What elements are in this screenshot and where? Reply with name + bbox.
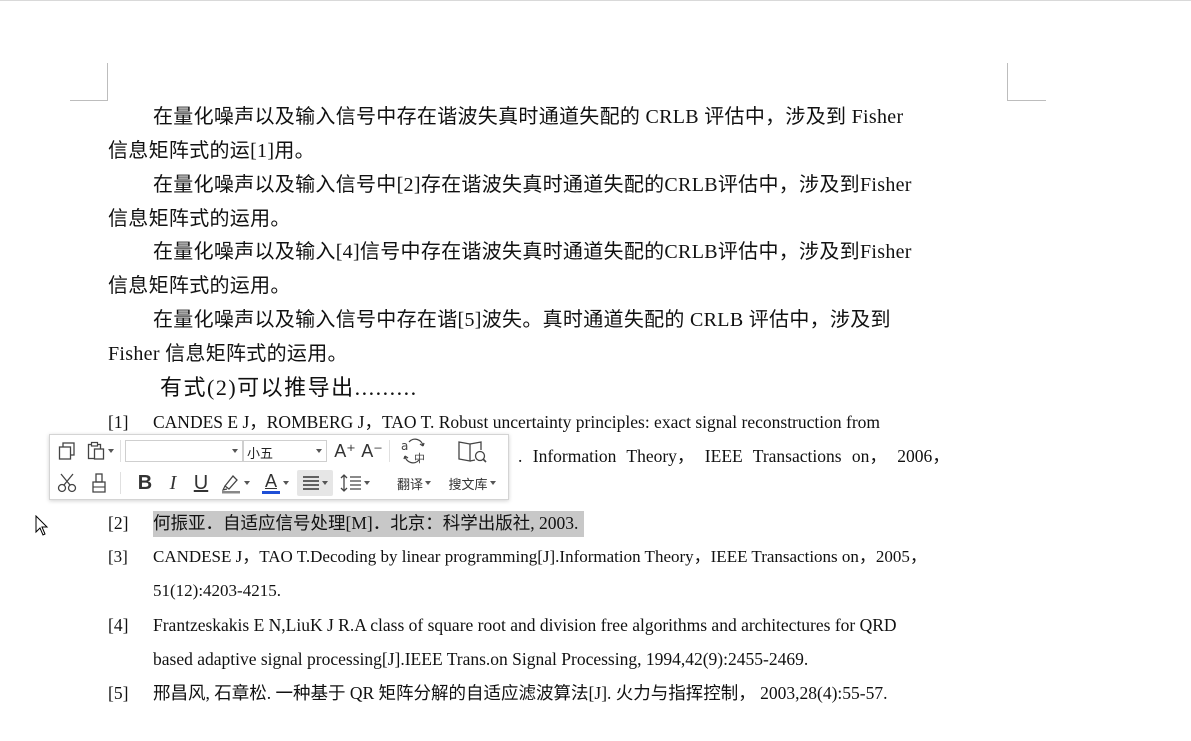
paragraph-4-line-1: 在量化噪声以及输入信号中存在谐[5]波失。真时通道失配的 CRLB 评估中，涉及… bbox=[153, 309, 891, 331]
reference-3[interactable]: [3] CANDESE J，TAO T.Decoding by linear p… bbox=[108, 540, 1008, 608]
paragraph-4-line-2: Fisher 信息矩阵式的运用。 bbox=[108, 343, 348, 365]
selected-text[interactable]: 何振亚．自适应信号处理[M]．北京：科学出版社, 2003. bbox=[153, 511, 585, 537]
reference-number: [4] bbox=[108, 615, 129, 635]
font-color-button[interactable]: A bbox=[257, 470, 293, 496]
toolbar-divider bbox=[120, 440, 121, 462]
font-color-bar bbox=[262, 491, 280, 494]
reference-5-line-1: 邢昌风, 石章松. 一种基于 QR 矩阵分解的自适应滤波算法[J]. 火力与指挥… bbox=[153, 683, 888, 703]
grow-font-icon: A⁺ bbox=[334, 440, 356, 461]
book-search-icon bbox=[458, 441, 487, 463]
reference-1-line-2: . Information Theory， IEEE Transactions … bbox=[518, 446, 950, 466]
chevron-down-icon bbox=[244, 481, 250, 485]
body-paragraph-4[interactable]: 在量化噪声以及输入信号中存在谐[5]波失。真时通道失配的 CRLB 评估中，涉及… bbox=[108, 303, 1008, 371]
translate-label: 翻译 bbox=[396, 476, 423, 492]
bold-button[interactable]: B bbox=[133, 470, 157, 496]
search-library-icon-button[interactable] bbox=[452, 438, 492, 464]
highlight-button[interactable] bbox=[218, 470, 252, 496]
paste-icon bbox=[87, 441, 105, 460]
translate-icon: a 中 bbox=[401, 438, 425, 464]
reference-2-text-wrap: 何振亚．自适应信号处理[M]．北京：科学出版社, 2003. bbox=[153, 506, 1008, 540]
chevron-down-icon bbox=[489, 481, 496, 485]
reference-3-line-2: 51(12):4203-4215. bbox=[153, 581, 281, 600]
copy-icon bbox=[58, 442, 75, 460]
translate-icon-button[interactable]: a 中 bbox=[396, 438, 432, 464]
font-name-select[interactable] bbox=[125, 440, 243, 462]
body-paragraph-1[interactable]: 在量化噪声以及输入信号中存在谐波失真时通道失配的 CRLB 评估中，涉及到 Fi… bbox=[108, 100, 1008, 168]
chevron-down-icon bbox=[316, 449, 322, 453]
font-size-select[interactable]: 小五 bbox=[243, 440, 327, 462]
margin-mark-top-right-v bbox=[1007, 63, 1008, 101]
reference-number: [3] bbox=[108, 547, 128, 566]
margin-mark-top-right-h bbox=[1008, 100, 1046, 101]
underline-button[interactable]: U bbox=[189, 470, 213, 496]
paragraph-3-line-2: 信息矩阵式的运用。 bbox=[108, 275, 291, 297]
search-library-label: 搜文库 bbox=[448, 476, 488, 492]
bold-icon: B bbox=[137, 471, 153, 494]
body-paragraph-3[interactable]: 在量化噪声以及输入[4]信号中存在谐波失真时通道失配的CRLB评估中，涉及到Fi… bbox=[108, 235, 1008, 303]
chevron-down-icon bbox=[322, 481, 328, 485]
chevron-down-icon bbox=[232, 449, 238, 453]
shrink-font-icon: A⁻ bbox=[361, 440, 383, 461]
reference-4-line-1: Frantzeskakis E N,LiuK J R.A class of sq… bbox=[153, 615, 897, 635]
scissors-icon bbox=[57, 473, 77, 493]
reference-number: [2] bbox=[108, 513, 129, 533]
reference-4[interactable]: [4] Frantzeskakis E N,LiuK J R.A class o… bbox=[108, 608, 1008, 676]
cut-button[interactable] bbox=[54, 470, 80, 496]
mini-format-toolbar[interactable]: 小五 A⁺ A⁻ a 中 B I U A 翻译 搜文库 bbox=[49, 434, 509, 500]
paragraph-2-line-2: 信息矩阵式的运用。 bbox=[108, 208, 291, 230]
font-color-letter: A bbox=[264, 471, 277, 491]
paragraph-3-line-1: 在量化噪声以及输入[4]信号中存在谐波失真时通道失配的CRLB评估中，涉及到Fi… bbox=[153, 241, 912, 263]
svg-text:a: a bbox=[401, 439, 408, 453]
reference-4-line-2: based adaptive signal processing[J].IEEE… bbox=[153, 649, 809, 669]
chevron-down-icon bbox=[425, 481, 431, 485]
align-button[interactable] bbox=[297, 470, 333, 496]
toolbar-divider bbox=[389, 440, 390, 462]
reference-2[interactable]: [2] 何振亚．自适应信号处理[M]．北京：科学出版社, 2003. bbox=[108, 506, 1008, 540]
reference-5[interactable]: [5] 邢昌风, 石章松. 一种基于 QR 矩阵分解的自适应滤波算法[J]. 火… bbox=[108, 676, 1008, 710]
margin-mark-top-left-v bbox=[107, 63, 108, 101]
reference-number: [5] bbox=[108, 683, 129, 703]
derivation-line[interactable]: 有式(2)可以推导出......... bbox=[160, 373, 418, 403]
translate-button[interactable]: 翻译 bbox=[392, 470, 436, 496]
body-paragraph-2[interactable]: 在量化噪声以及输入信号中[2]存在谐波失真时通道失配的CRLB评估中，涉及到Fi… bbox=[108, 168, 1008, 236]
paragraph-1-line-1: 在量化噪声以及输入信号中存在谐波失真时通道失配的 CRLB 评估中，涉及到 Fi… bbox=[153, 106, 904, 128]
toolbar-divider bbox=[120, 472, 121, 494]
align-justify-icon bbox=[303, 476, 319, 490]
chevron-down-icon bbox=[364, 481, 370, 485]
paragraph-2-line-1: 在量化噪声以及输入信号中[2]存在谐波失真时通道失配的CRLB评估中，涉及到Fi… bbox=[153, 174, 912, 196]
toolbar-row-1: 小五 A⁺ A⁻ a 中 bbox=[50, 435, 508, 467]
font-color-icon: A bbox=[261, 471, 281, 495]
document-page: 在量化噪声以及输入信号中存在谐波失真时通道失配的 CRLB 评估中，涉及到 Fi… bbox=[0, 0, 1191, 741]
highlighter-icon bbox=[221, 475, 240, 494]
search-library-button[interactable]: 搜文库 bbox=[444, 470, 500, 496]
chevron-down-icon bbox=[108, 449, 114, 453]
brush-icon bbox=[92, 473, 106, 493]
paragraph-1-line-2: 信息矩阵式的运[1]用。 bbox=[108, 140, 315, 162]
toolbar-row-2: B I U A 翻译 搜文库 bbox=[50, 467, 508, 499]
mouse-cursor-icon bbox=[35, 514, 49, 542]
italic-icon: I bbox=[169, 471, 177, 494]
format-painter-button[interactable] bbox=[86, 470, 112, 496]
grow-font-button[interactable]: A⁺ bbox=[333, 438, 357, 464]
copy-button[interactable] bbox=[54, 438, 80, 464]
shrink-font-button[interactable]: A⁻ bbox=[360, 438, 384, 464]
underline-icon: U bbox=[193, 471, 209, 494]
italic-button[interactable]: I bbox=[161, 470, 185, 496]
line-spacing-icon bbox=[340, 474, 361, 492]
chevron-down-icon bbox=[283, 481, 289, 485]
svg-text:中: 中 bbox=[414, 452, 425, 464]
reference-3-line-1: CANDESE J，TAO T.Decoding by linear progr… bbox=[153, 547, 927, 566]
margin-mark-top-left-h bbox=[70, 100, 108, 101]
font-size-value: 小五 bbox=[247, 446, 274, 461]
paste-button[interactable] bbox=[82, 438, 118, 464]
line-spacing-button[interactable] bbox=[337, 470, 373, 496]
